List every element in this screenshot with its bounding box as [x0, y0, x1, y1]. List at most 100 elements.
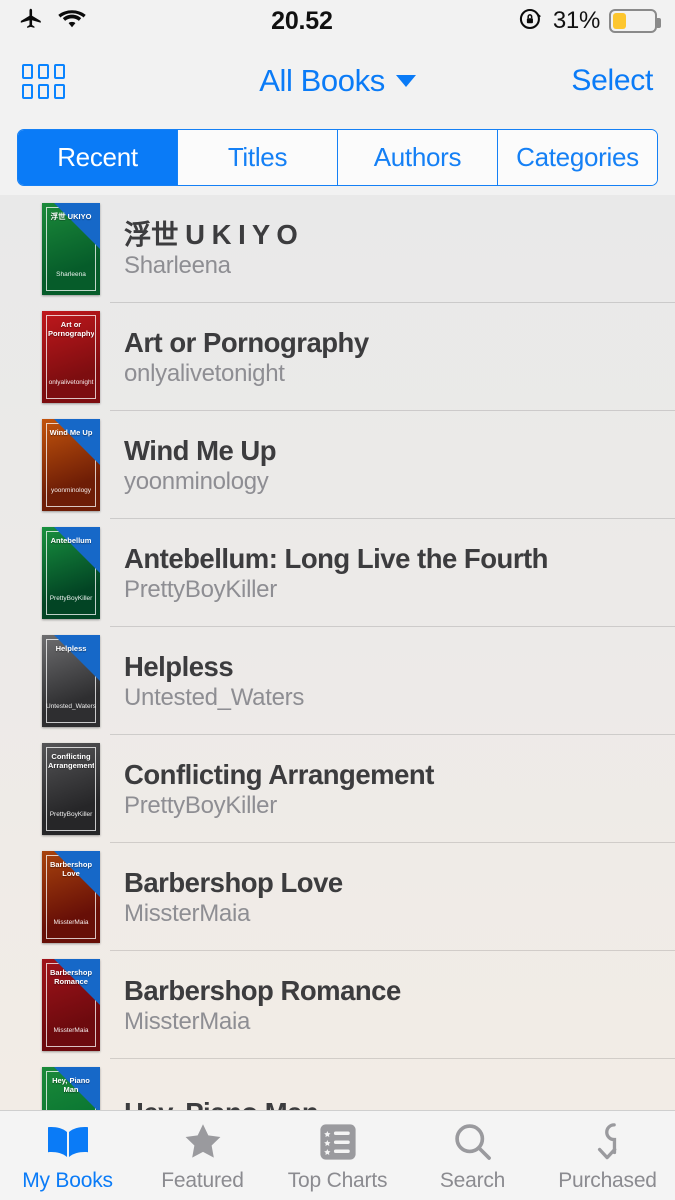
segment-recent[interactable]: Recent [18, 130, 178, 185]
book-author: Untested_Waters [124, 683, 305, 711]
book-meta: Art or Pornography onlyalivetonight [124, 327, 675, 388]
book-list-item[interactable]: Conflicting Arrangement PrettyBoyKiller Co… [0, 735, 675, 843]
tab-label: Purchased [558, 1169, 657, 1192]
book-author: MissterMaia [124, 899, 251, 927]
book-author: Sharleena [124, 251, 231, 279]
book-author: yoonminology [124, 467, 269, 495]
select-button[interactable]: Select [571, 64, 653, 98]
book-cover: Art or Pornography onlyalivetonight [42, 311, 100, 403]
wattpad-corner-icon [54, 635, 100, 681]
battery-percent-label: 31% [552, 7, 600, 34]
battery-icon [609, 9, 661, 33]
book-cover-title: Barbershop Love [49, 860, 93, 878]
navigation-bar: All Books Select [0, 42, 675, 120]
tab-search[interactable]: Search [405, 1119, 540, 1193]
chevron-down-icon[interactable] [395, 75, 416, 87]
book-title: Art or Pornography [124, 326, 369, 358]
tab-label: Featured [161, 1169, 244, 1192]
book-cover: Antebellum PrettyBoyKiller [42, 527, 100, 619]
book-cover: 浮世 UKIYO Sharleena [42, 203, 100, 295]
book-title: Wind Me Up [124, 434, 277, 466]
book-cover: Barbershop Romance MissterMaia [42, 959, 100, 1051]
tab-featured[interactable]: Featured [135, 1119, 270, 1193]
star-icon [180, 1119, 226, 1165]
segment-categories[interactable]: Categories [498, 130, 657, 185]
status-bar: 20.52 31% [0, 0, 675, 42]
book-title: Helpless [124, 650, 234, 682]
wattpad-corner-icon [54, 527, 100, 573]
book-author: PrettyBoyKiller [124, 575, 277, 603]
tab-top-charts[interactable]: Top Charts [270, 1119, 405, 1193]
book-list-item[interactable]: Antebellum PrettyBoyKiller Antebellum: Lon… [0, 519, 675, 627]
book-title: Barbershop Romance [124, 974, 401, 1006]
book-list-item[interactable]: Hey, Piano Man Hey, Piano Man [0, 1059, 675, 1110]
books-app-screen: 20.52 31% All Books Select Recent Titles… [0, 0, 675, 1200]
book-cover-author: onlyalivetonight [48, 379, 94, 386]
book-meta: Wind Me Up yoonminology [124, 435, 675, 496]
book-author: MissterMaia [124, 1007, 251, 1035]
book-cover: Hey, Piano Man [42, 1067, 100, 1110]
book-cover-author: MissterMaia [53, 1027, 89, 1034]
book-meta: 浮世 U K I Y O Sharleena [124, 219, 675, 280]
book-cover-title: Hey, Piano Man [52, 1076, 90, 1094]
book-list-item[interactable]: Art or Pornography onlyalivetonight Art or… [0, 303, 675, 411]
book-list-item[interactable]: Barbershop Romance MissterMaia Barbershop … [0, 951, 675, 1059]
battery-fill [613, 13, 627, 29]
download-hook-icon [587, 1119, 629, 1165]
status-bar-right: 31% [518, 6, 661, 37]
tab-label: Top Charts [287, 1169, 388, 1192]
book-list[interactable]: 浮世 UKIYO Sharleena 浮世 U K I Y O Sharleena Ar… [0, 195, 675, 1110]
wattpad-corner-icon [54, 203, 100, 249]
sort-segmented-control[interactable]: Recent Titles Authors Categories [17, 129, 658, 186]
book-list-item[interactable]: Helpless Untested_Waters Helpless Untested_… [0, 627, 675, 735]
book-cover-author: Untested_Waters [46, 703, 96, 710]
book-meta: Hey, Piano Man [124, 1097, 675, 1111]
book-author: onlyalivetonight [124, 359, 285, 387]
page-title[interactable]: All Books [259, 63, 385, 99]
book-cover: Conflicting Arrangement PrettyBoyKiller [42, 743, 100, 835]
book-title: 浮世 U K I Y O [124, 218, 298, 250]
book-cover-title: Antebellum [50, 536, 92, 545]
book-title: Conflicting Arrangement [124, 758, 434, 790]
book-cover-author: Sharleena [56, 271, 86, 278]
book-cover-author: PrettyBoyKiller [49, 811, 93, 818]
status-bar-clock: 20.52 [271, 6, 333, 35]
book-cover-author: yoonminology [50, 487, 92, 494]
tab-my-books[interactable]: My Books [0, 1119, 135, 1193]
segment-authors[interactable]: Authors [338, 130, 498, 185]
book-meta: Barbershop Romance MissterMaia [124, 975, 675, 1036]
chart-list-icon [316, 1119, 360, 1165]
wattpad-corner-icon [54, 419, 100, 465]
book-cover-title: Helpless [55, 644, 87, 653]
tab-purchased[interactable]: Purchased [540, 1119, 675, 1193]
tab-label: My Books [22, 1169, 113, 1192]
airplane-mode-icon [18, 6, 44, 37]
book-meta: Barbershop Love MissterMaia [124, 867, 675, 928]
book-author: PrettyBoyKiller [124, 791, 277, 819]
segment-titles[interactable]: Titles [178, 130, 338, 185]
book-cover: Barbershop Love MissterMaia [42, 851, 100, 943]
status-bar-left [18, 6, 86, 37]
book-cover-title: Conflicting Arrangement [48, 752, 94, 770]
book-meta: Conflicting Arrangement PrettyBoyKiller [124, 759, 675, 820]
tab-label: Search [439, 1169, 506, 1192]
rotation-lock-icon [518, 6, 544, 37]
book-cover-title: Art or Pornography [48, 320, 94, 338]
search-icon [450, 1119, 496, 1165]
book-list-item[interactable]: Barbershop Love MissterMaia Barbershop Lov… [0, 843, 675, 951]
book-list-item[interactable]: Wind Me Up yoonminology Wind Me Up yoonmino… [0, 411, 675, 519]
book-meta: Helpless Untested_Waters [124, 651, 675, 712]
open-book-icon [45, 1119, 91, 1165]
book-list-item[interactable]: 浮世 UKIYO Sharleena 浮世 U K I Y O Sharleena [0, 195, 675, 303]
book-cover-title: Barbershop Romance [49, 968, 93, 986]
tab-bar: My Books Featured Top Charts Search Purchase… [0, 1110, 675, 1200]
book-cover-author: PrettyBoyKiller [49, 595, 93, 602]
segmented-control-container: Recent Titles Authors Categories [0, 120, 675, 195]
book-title: Antebellum: Long Live the Fourth [124, 542, 548, 574]
book-cover: Helpless Untested_Waters [42, 635, 100, 727]
book-cover-title: Wind Me Up [49, 428, 93, 437]
book-cover: Wind Me Up yoonminology [42, 419, 100, 511]
book-meta: Antebellum: Long Live the Fourth PrettyBo… [124, 543, 675, 604]
grid-view-icon[interactable] [22, 63, 65, 99]
book-title: Hey, Piano Man [124, 1097, 675, 1111]
